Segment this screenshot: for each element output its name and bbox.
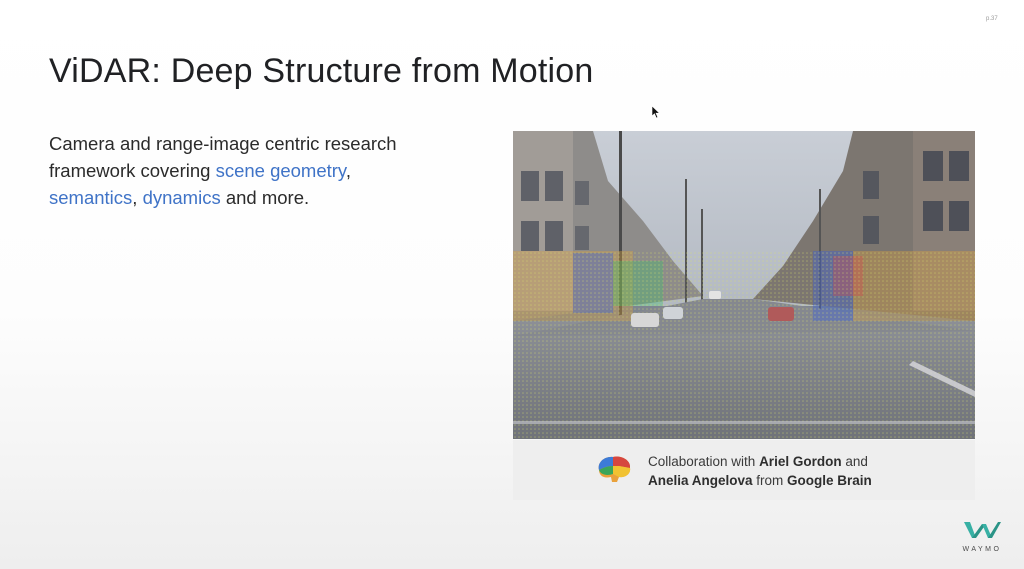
waymo-logo: WAYMO	[960, 520, 1004, 553]
body-text-part: ,	[132, 187, 143, 208]
caption-text: Collaboration with Ariel Gordon and Aneli…	[648, 452, 948, 490]
highlight-scene-geometry: scene geometry	[215, 160, 346, 181]
cursor-icon	[652, 106, 661, 119]
caption-box: Collaboration with Ariel Gordon and Aneli…	[513, 440, 975, 500]
caption-org: Google Brain	[787, 473, 872, 488]
caption-name-1: Ariel Gordon	[759, 454, 842, 469]
caption-name-2: Anelia Angelova	[648, 473, 753, 488]
street-scene-image	[513, 131, 975, 439]
highlight-semantics: semantics	[49, 187, 133, 208]
body-text-part: and more.	[220, 187, 310, 208]
body-text-part: ,	[345, 160, 351, 181]
waymo-logo-icon	[964, 522, 1001, 538]
slide-number: p.37	[986, 16, 998, 22]
slide-title: ViDAR: Deep Structure from Motion	[49, 52, 594, 90]
caption-mid-2: from	[752, 473, 788, 488]
caption-mid: and	[841, 454, 868, 469]
slide-body-text: Camera and range-image centric research …	[49, 130, 469, 211]
waymo-logo-text: WAYMO	[962, 546, 1002, 553]
caption-prefix: Collaboration with	[648, 454, 760, 469]
highlight-dynamics: dynamics	[142, 187, 221, 208]
brain-icon	[598, 456, 631, 482]
